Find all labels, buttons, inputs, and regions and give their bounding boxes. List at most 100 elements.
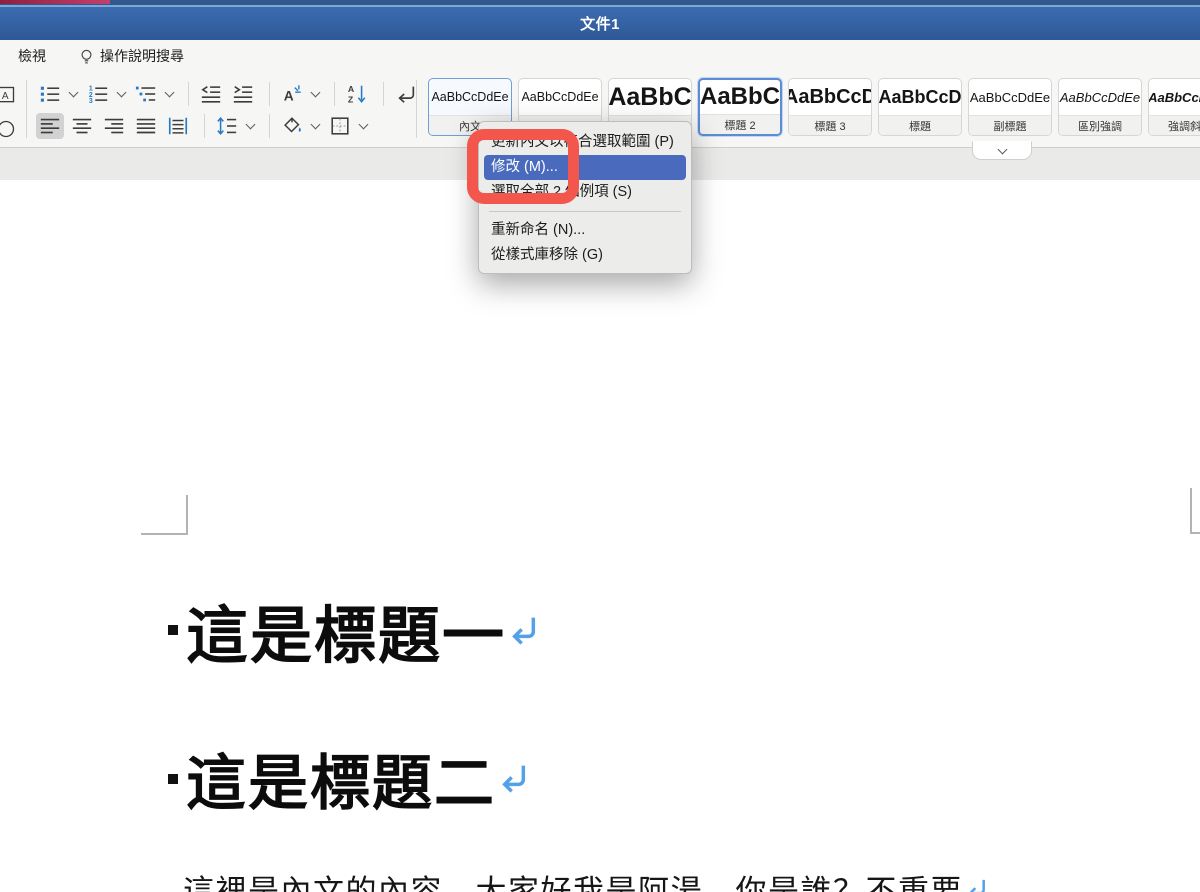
style-preview: AaBbCcDdEe <box>1059 89 1141 105</box>
bullet-list-icon <box>40 86 60 102</box>
style-label: 標題 3 <box>789 115 871 135</box>
chevron-down-icon[interactable] <box>245 119 256 130</box>
menu-item-rename[interactable]: 重新命名 (N)... <box>479 218 691 243</box>
ribbon-divider <box>269 114 270 138</box>
bullet-list-button[interactable] <box>36 81 64 107</box>
multilevel-list-button[interactable] <box>132 81 160 107</box>
style-preview: AaBbCcDdEe <box>431 90 509 104</box>
distribute-text-button[interactable] <box>164 113 192 139</box>
body-paragraph-1[interactable]: 這裡是內文的內容，大家好我是阿湯，你是誰？不重要 <box>183 866 987 892</box>
help-search-label: 操作說明搜尋 <box>100 48 184 64</box>
lightbulb-icon <box>81 49 92 63</box>
svg-text:A: A <box>348 84 355 94</box>
increase-indent-button[interactable] <box>229 81 257 107</box>
square-bullet-marker <box>168 625 178 635</box>
line-spacing-icon <box>217 117 237 135</box>
paint-bucket-icon <box>284 117 301 133</box>
return-arrow-icon <box>512 617 536 645</box>
align-center-icon <box>72 118 92 134</box>
ribbon-divider <box>188 82 189 106</box>
justify-button[interactable] <box>132 113 160 139</box>
chevron-down-icon[interactable] <box>310 119 321 130</box>
line-spacing-button[interactable] <box>213 113 241 139</box>
ribbon-divider <box>204 114 205 138</box>
title-bar: 文件1 <box>0 5 1200 40</box>
phonetic-guide-icon: A <box>284 85 301 103</box>
svg-text:A: A <box>2 91 9 102</box>
sort-button[interactable]: AZ <box>343 81 371 107</box>
return-arrow-icon <box>398 86 415 103</box>
numbered-list-button[interactable]: 123 <box>84 81 112 107</box>
align-right-button[interactable] <box>100 113 128 139</box>
multilevel-list-icon <box>135 86 156 102</box>
align-center-button[interactable] <box>68 113 96 139</box>
phonetic-guide-button[interactable]: A <box>278 81 306 107</box>
red-highlight-annotation <box>467 129 579 204</box>
heading2-paragraph[interactable]: 這是標題二 <box>168 735 528 822</box>
paragraph-group: 123 A AZ <box>36 80 424 144</box>
gallery-expand-button[interactable] <box>972 141 1032 160</box>
document-page[interactable]: 這是標題一 這是標題二 這裡是內文的內容，大家好我是阿湯，你是誰？不重要 請往下… <box>0 180 1200 892</box>
style-tile-subtitle[interactable]: AaBbCcDdEe 副標題 <box>968 78 1052 136</box>
style-tile-subtle-emphasis[interactable]: AaBbCcDdEe 區別強調 <box>1058 78 1142 136</box>
chevron-down-icon[interactable] <box>68 87 79 98</box>
style-preview: AaBbC <box>609 82 691 111</box>
chevron-down-icon <box>997 144 1007 154</box>
return-arrow-icon <box>969 879 985 892</box>
ribbon-divider <box>26 80 27 138</box>
menu-item-remove-from-gallery[interactable]: 從樣式庫移除 (G) <box>479 243 691 268</box>
window-top-strip <box>0 0 1200 5</box>
style-label: 區別強調 <box>1059 115 1141 135</box>
style-tile-heading2[interactable]: AaBbC 標題 2 <box>698 78 782 136</box>
style-tile-intense-emphasis[interactable]: AaBbCcDdEe 強調斜體 <box>1148 78 1200 136</box>
style-preview: AaBbCcD <box>789 85 871 108</box>
align-right-icon <box>104 118 124 134</box>
style-preview: AaBbC <box>700 83 780 110</box>
menu-separator <box>489 211 681 212</box>
text-boundary-corner-left <box>141 495 188 535</box>
style-preview: AaBbCcDdEe <box>969 89 1051 105</box>
enclose-character-button[interactable] <box>0 116 19 142</box>
decrease-indent-icon <box>201 86 221 103</box>
return-arrow-icon <box>502 765 526 793</box>
borders-button[interactable] <box>326 113 354 139</box>
decrease-indent-button[interactable] <box>197 81 225 107</box>
square-bullet-marker <box>168 773 178 784</box>
sort-icon: AZ <box>348 84 366 105</box>
style-tile-heading3[interactable]: AaBbCcD 標題 3 <box>788 78 872 136</box>
style-tile-title[interactable]: AaBbCcD 標題 <box>878 78 962 136</box>
heading1-text[interactable]: 這是標題一 <box>186 585 506 675</box>
chevron-down-icon[interactable] <box>116 87 127 98</box>
chevron-down-icon[interactable] <box>358 119 369 130</box>
word-window: 文件1 檢視 操作說明搜尋 A 123 A A Z AaBbCcDdEe 內文 … <box>0 0 1200 892</box>
style-label: 副標題 <box>969 115 1051 135</box>
character-format-group: A <box>0 82 23 150</box>
style-label: 標題 <box>879 115 961 135</box>
enclose-character-icon <box>0 120 15 138</box>
heading2-text[interactable]: 這是標題二 <box>186 735 496 822</box>
ribbon-divider <box>334 82 335 106</box>
shading-button[interactable] <box>278 113 306 139</box>
paragraph-row-2 <box>36 112 424 140</box>
svg-text:A: A <box>284 88 294 103</box>
justify-icon <box>136 118 156 134</box>
text-boundary-corner-right <box>1190 488 1200 534</box>
ribbon-divider <box>269 82 270 106</box>
help-search[interactable]: 操作說明搜尋 <box>78 46 184 66</box>
align-left-icon <box>40 118 60 134</box>
style-preview: AaBbCcDdEe <box>521 90 599 104</box>
ribbon-divider <box>416 80 417 138</box>
increase-indent-icon <box>233 86 253 103</box>
chevron-down-icon[interactable] <box>310 87 321 98</box>
align-left-button[interactable] <box>36 113 64 139</box>
body-text-1[interactable]: 這裡是內文的內容，大家好我是阿湯，你是誰？不重要 <box>183 866 963 892</box>
chevron-down-icon[interactable] <box>164 87 175 98</box>
heading1-paragraph[interactable]: 這是標題一 <box>168 585 538 675</box>
distribute-text-icon <box>168 117 188 135</box>
paragraph-row-1: 123 A AZ <box>36 80 424 108</box>
tab-view[interactable]: 檢視 <box>18 46 46 66</box>
style-label: 標題 2 <box>700 114 780 134</box>
character-border-button[interactable]: A <box>0 82 19 108</box>
svg-text:3: 3 <box>89 98 93 105</box>
style-preview: AaBbCcDdEe <box>1149 89 1200 105</box>
